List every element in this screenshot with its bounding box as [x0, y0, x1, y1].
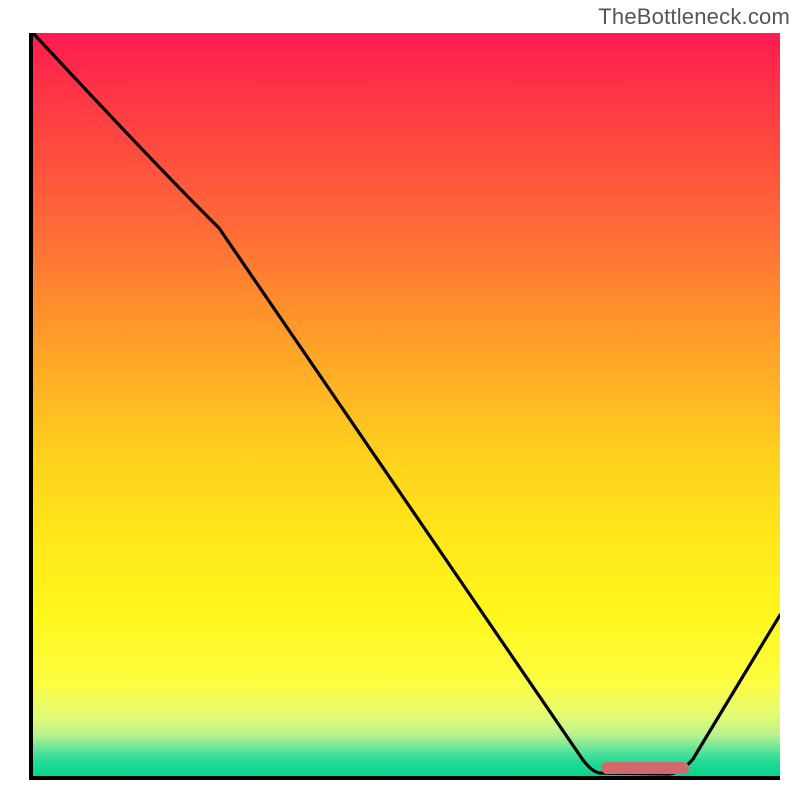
credit-text: TheBottleneck.com — [598, 4, 790, 30]
valley-marker — [601, 762, 689, 774]
chart-container: TheBottleneck.com — [0, 0, 800, 800]
y-axis — [29, 33, 33, 780]
plot-area — [33, 33, 780, 780]
x-axis — [29, 776, 780, 780]
bottleneck-curve — [33, 33, 780, 774]
curve-layer — [33, 33, 780, 780]
